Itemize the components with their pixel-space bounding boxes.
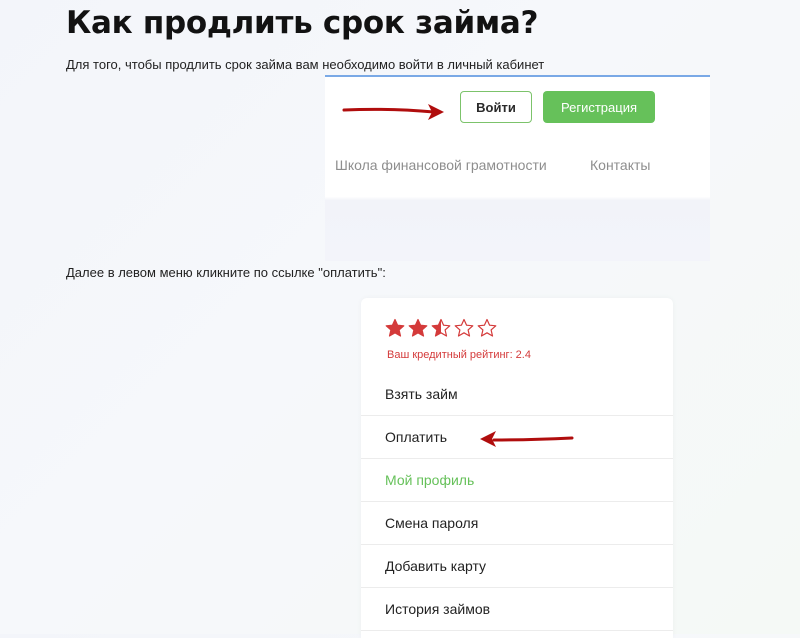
menu-item-my-profile[interactable]: Мой профиль xyxy=(361,459,673,502)
credit-rating-label: Ваш кредитный рейтинг: 2.4 xyxy=(387,349,531,361)
star-filled-icon xyxy=(385,318,405,337)
menu-item-loan-history[interactable]: История займов xyxy=(361,588,673,631)
nav-link-contacts[interactable]: Контакты xyxy=(590,157,650,173)
intro-text: Для того, чтобы продлить срок займа вам … xyxy=(66,57,545,72)
header-screenshot: Войти Регистрация Школа финансовой грамо… xyxy=(325,75,710,261)
cabinet-menu: Взять займ Оплатить Мой профиль Смена па… xyxy=(361,373,673,631)
menu-item-pay[interactable]: Оплатить xyxy=(361,416,673,459)
star-empty-icon xyxy=(477,318,497,337)
menu-item-add-card[interactable]: Добавить карту xyxy=(361,545,673,588)
star-half-icon xyxy=(431,318,451,337)
cabinet-menu-screenshot: Ваш кредитный рейтинг: 2.4 Взять займ Оп… xyxy=(361,298,673,638)
nav-link-financial-school[interactable]: Школа финансовой грамотности xyxy=(335,157,547,173)
register-button[interactable]: Регистрация xyxy=(543,91,655,123)
rating-stars xyxy=(385,318,497,338)
login-button[interactable]: Войти xyxy=(460,91,532,123)
page-title: Как продлить срок займа? xyxy=(66,5,539,41)
star-filled-icon xyxy=(408,318,428,337)
star-empty-icon xyxy=(454,318,474,337)
menu-item-change-password[interactable]: Смена пароля xyxy=(361,502,673,545)
menu-item-take-loan[interactable]: Взять займ xyxy=(361,373,673,416)
step2-text: Далее в левом меню кликните по ссылке "о… xyxy=(66,265,386,280)
